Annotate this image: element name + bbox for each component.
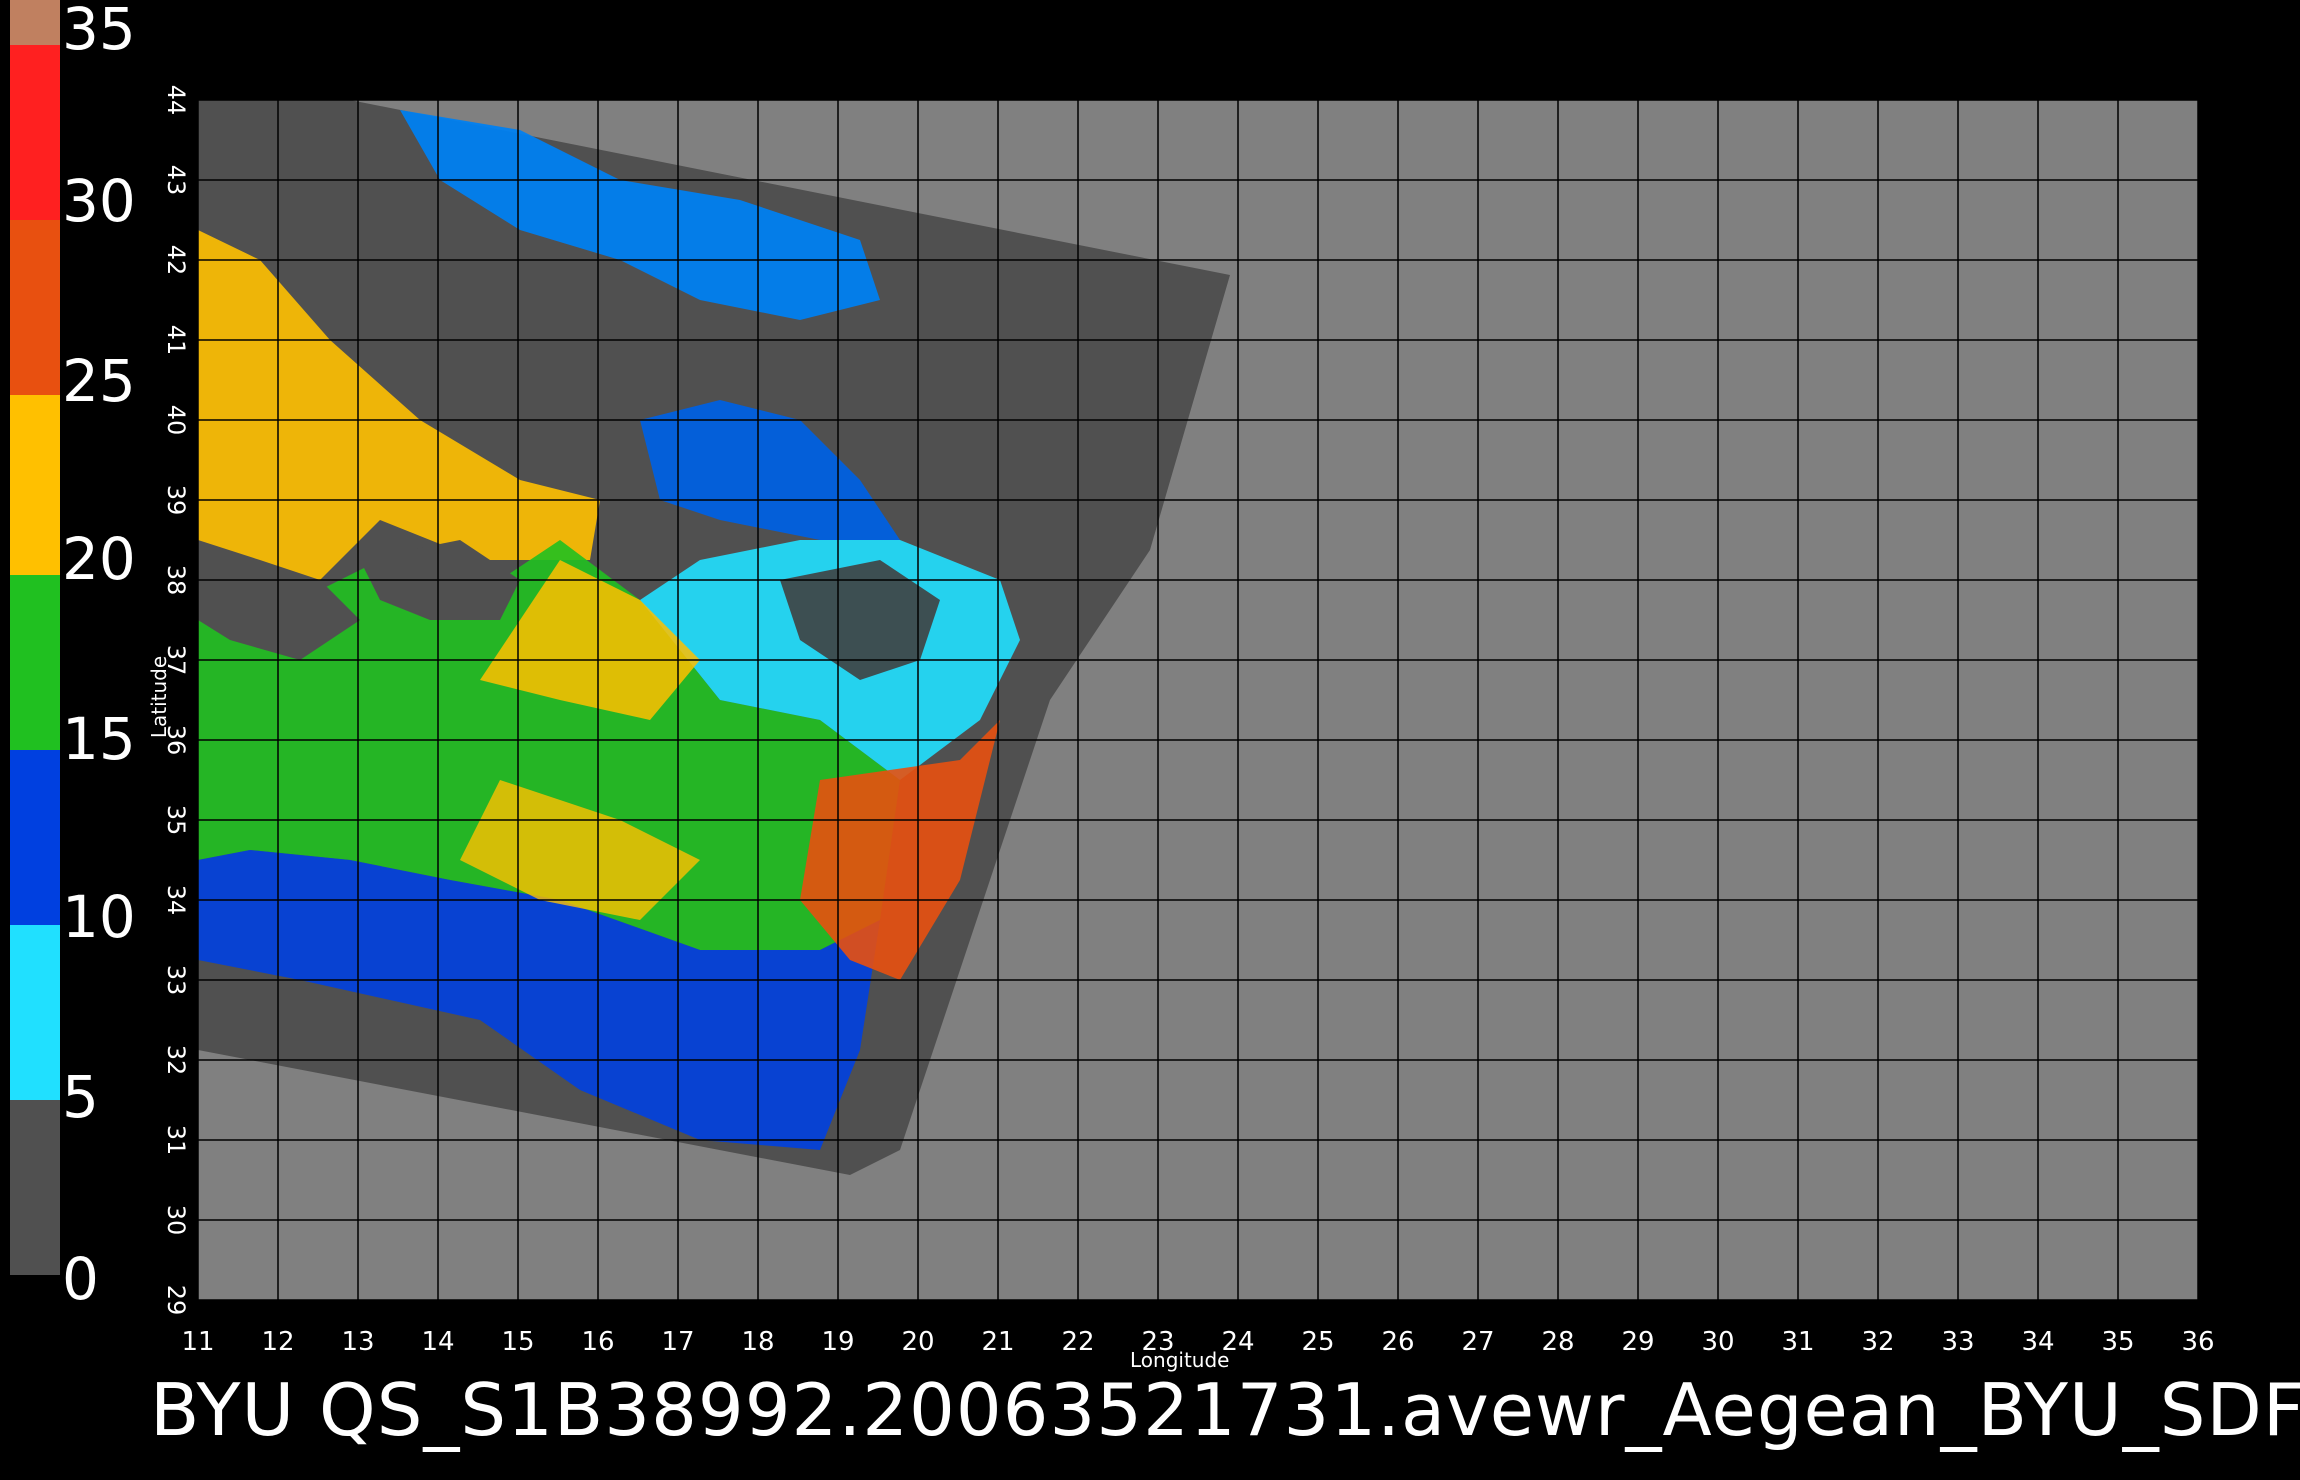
x-tick-label: 29 bbox=[1621, 1327, 1654, 1357]
footer-title: BYU QS_S1B38992.20063521731.avewr_Aegean… bbox=[150, 1368, 2300, 1452]
map-area bbox=[198, 100, 2198, 1300]
x-tick-label: 26 bbox=[1381, 1327, 1414, 1357]
y-tick-label: 31 bbox=[162, 1125, 190, 1156]
y-axis-title: Latitude bbox=[147, 655, 172, 739]
x-tick-label: 28 bbox=[1541, 1327, 1574, 1357]
colorbar-label-10: 10 bbox=[62, 883, 136, 951]
x-tick-label: 17 bbox=[661, 1327, 694, 1357]
y-tick-label: 32 bbox=[162, 1045, 190, 1076]
y-tick-label: 35 bbox=[162, 805, 190, 836]
x-tick-label: 14 bbox=[421, 1327, 454, 1357]
x-tick-label: 35 bbox=[2101, 1327, 2134, 1357]
x-tick-label: 25 bbox=[1301, 1327, 1334, 1357]
colorbar-label-35: 35 bbox=[62, 0, 136, 63]
y-tick-label: 38 bbox=[162, 565, 190, 596]
x-tick-label: 27 bbox=[1461, 1327, 1494, 1357]
x-tick-label: 30 bbox=[1701, 1327, 1734, 1357]
y-tick-label: 43 bbox=[162, 165, 190, 196]
y-tick-label: 40 bbox=[162, 405, 190, 436]
x-tick-label: 36 bbox=[2181, 1327, 2214, 1357]
colorbar-label-30: 30 bbox=[62, 167, 136, 235]
colorbar-label-5: 5 bbox=[62, 1063, 99, 1131]
x-tick-label: 18 bbox=[741, 1327, 774, 1357]
y-tick-label: 33 bbox=[162, 965, 190, 996]
wind-map: 11 12 13 14 15 16 17 18 19 20 21 22 23 24 25 26 27 28 29 30… bbox=[10, 0, 2228, 1357]
colorbar-label-20: 20 bbox=[62, 525, 136, 593]
y-tick-label: 39 bbox=[162, 485, 190, 516]
y-tick-label: 30 bbox=[162, 1205, 190, 1236]
x-tick-label: 16 bbox=[581, 1327, 614, 1357]
x-tick-label: 22 bbox=[1061, 1327, 1094, 1357]
x-tick-label: 34 bbox=[2021, 1327, 2054, 1357]
colorbar-label-0: 0 bbox=[62, 1245, 99, 1313]
x-tick-label: 11 bbox=[181, 1327, 214, 1357]
x-tick-label: 32 bbox=[1861, 1327, 1894, 1357]
x-tick-label: 13 bbox=[341, 1327, 374, 1357]
x-tick-label: 12 bbox=[261, 1327, 294, 1357]
colorbar-label-15: 15 bbox=[62, 705, 136, 773]
y-tick-label: 29 bbox=[162, 1285, 190, 1316]
colorbar bbox=[10, 0, 60, 1275]
x-tick-label: 20 bbox=[901, 1327, 934, 1357]
colorbar-label-25: 25 bbox=[62, 347, 136, 415]
x-tick-label: 33 bbox=[1941, 1327, 1974, 1357]
y-tick-label: 44 bbox=[162, 85, 190, 116]
y-tick-label: 41 bbox=[162, 325, 190, 356]
x-tick-label: 19 bbox=[821, 1327, 854, 1357]
y-tick-label: 34 bbox=[162, 885, 190, 916]
y-tick-label: 42 bbox=[162, 245, 190, 276]
x-tick-label: 15 bbox=[501, 1327, 534, 1357]
x-tick-label: 31 bbox=[1781, 1327, 1814, 1357]
x-tick-label: 21 bbox=[981, 1327, 1014, 1357]
